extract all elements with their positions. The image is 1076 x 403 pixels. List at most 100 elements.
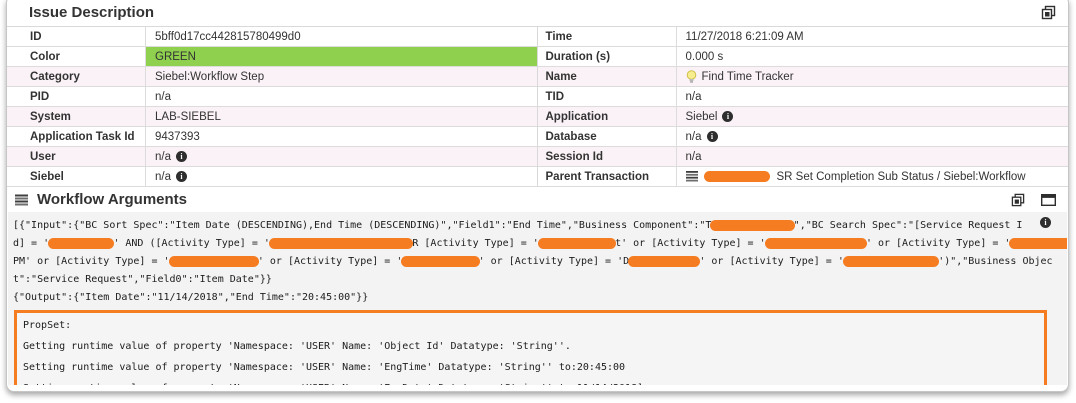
field-value-text: Siebel:Workflow Step — [155, 71, 264, 83]
open-window-icon[interactable] — [1041, 194, 1056, 206]
field-value-text: 5bff0d17cc442815780499d0 — [155, 31, 301, 43]
propset-line: Getting runtime value of property 'Names… — [23, 336, 1038, 357]
copy-icon[interactable] — [1011, 193, 1025, 207]
field-value-text: GREEN — [155, 51, 196, 63]
field-value-application-task-id: 9437393 — [146, 127, 537, 146]
field-label: Application Task Id — [7, 127, 146, 146]
code-text: {"Output":{"Item Date":"11/14/2018","End… — [13, 292, 368, 303]
field-label: TID — [538, 87, 677, 106]
code-text: ","BC Search Spec":"[Service Request I — [794, 220, 1023, 231]
field-label: Application — [538, 107, 677, 126]
info-icon[interactable]: i — [176, 171, 187, 182]
redaction — [48, 238, 114, 249]
code-text: [{"Input":{"BC Sort Spec":"Item Date (DE… — [13, 220, 711, 231]
table-row: Database n/a i — [538, 127, 1069, 147]
field-value-text: 9437393 — [155, 131, 200, 143]
table-row: Session Idn/a — [538, 147, 1069, 167]
redaction — [1009, 238, 1067, 249]
field-value-text: n/a — [686, 151, 702, 163]
field-value-text: n/a — [686, 91, 702, 103]
workflow-json-lines: [{"Input":{"BC Sort Spec":"Item Date (DE… — [13, 217, 1067, 307]
redaction — [710, 220, 794, 231]
table-row: Application Task Id 9437393 — [7, 127, 537, 147]
code-text: ' AND ([Activity Type] = ' — [113, 238, 270, 249]
table-row: Time 11/27/2018 6:21:09 AM — [538, 27, 1069, 47]
workflow-arguments-title: Workflow Arguments — [37, 191, 187, 208]
code-text: R [Activity Type] = ' — [412, 238, 538, 249]
field-label: Siebel — [7, 167, 146, 186]
page-title: Issue Description — [29, 4, 154, 21]
issue-table-left: ID 5bff0d17cc442815780499d0 Color GREEN Cate… — [7, 27, 538, 187]
field-label: PID — [7, 87, 146, 106]
code-text: ')","Business Objec — [938, 256, 1052, 267]
code-text: PM' or [Activity Type] = ' — [13, 256, 170, 267]
field-label: Duration (s) — [538, 47, 677, 66]
transaction-list-icon — [686, 171, 699, 182]
table-row: Parent Transaction SR Set Completion Sub … — [538, 167, 1069, 187]
issue-panel-header: Issue Description — [7, 0, 1068, 26]
issue-properties-tables: ID 5bff0d17cc442815780499d0 Color GREEN Cate… — [7, 26, 1068, 187]
table-row: TID n/a — [538, 87, 1069, 107]
field-label: System — [7, 107, 146, 126]
field-value-duration-s-: 0.000 s — [677, 47, 1069, 66]
field-value-text: LAB-SIEBEL — [155, 111, 221, 123]
info-icon[interactable]: i — [176, 151, 187, 162]
propset-highlight-box: PropSet:Getting runtime value of propert… — [14, 310, 1047, 385]
code-line: {"Output":{"Item Date":"11/14/2018","End… — [13, 289, 1067, 307]
field-value-name: Find Time Tracker — [677, 67, 1069, 86]
field-label: Category — [7, 67, 146, 86]
field-label: User — [7, 147, 146, 166]
field-value-text: Find Time Tracker — [702, 71, 794, 83]
code-line: PM' or [Activity Type] = ' ' or [Activity… — [13, 253, 1067, 271]
list-icon — [15, 194, 29, 206]
redaction — [765, 238, 867, 249]
field-value-application: Siebeli — [677, 107, 1069, 126]
code-text: d] = ' — [13, 238, 49, 249]
issue-description-panel: Issue Description ID 5bff0d17cc4428157804… — [6, 0, 1069, 392]
propset-line: Setting runtime value of property 'Names… — [23, 378, 1038, 385]
field-label: Database — [538, 127, 677, 146]
field-value-parent-transaction[interactable]: SR Set Completion Sub Status / Siebel:Wo… — [677, 167, 1069, 186]
table-row: Usern/ai — [7, 147, 537, 167]
code-text: ' or [Activity Type] = ' — [699, 256, 844, 267]
info-icon[interactable]: i — [1040, 217, 1051, 228]
workflow-arguments-code: [{"Input":{"BC Sort Spec":"Item Date (DE… — [8, 212, 1067, 385]
field-value-tid: n/a — [677, 87, 1069, 106]
code-text: ' or [Activity Type] = 'D — [479, 256, 630, 267]
field-value-text: n/a — [155, 171, 171, 183]
redaction — [538, 238, 616, 249]
redaction — [628, 256, 700, 267]
field-label: Name — [538, 67, 677, 86]
redaction — [704, 171, 770, 182]
table-row: System LAB-SIEBEL — [7, 107, 537, 127]
table-row: Category Siebel:Workflow Step — [7, 67, 537, 87]
lightbulb-icon — [686, 70, 697, 84]
info-icon[interactable]: i — [722, 111, 733, 122]
code-text: ' or [Activity Type] = ' — [258, 256, 403, 267]
field-value-siebel: n/a i — [146, 167, 537, 186]
field-value-pid: n/a — [146, 87, 537, 106]
field-label: Color — [7, 47, 146, 66]
table-row: PID n/a — [7, 87, 537, 107]
propset-line: Setting runtime value of property 'Names… — [23, 357, 1038, 378]
field-label: ID — [7, 27, 146, 46]
field-value-id: 5bff0d17cc442815780499d0 — [146, 27, 537, 46]
code-line: [{"Input":{"BC Sort Spec":"Item Date (DE… — [13, 217, 1067, 235]
code-text: t' or [Activity Type] = ' — [615, 238, 766, 249]
propset-line: PropSet: — [23, 315, 1038, 336]
redaction — [401, 256, 479, 267]
code-line: t":"Service Request","Field0":"Item Date… — [13, 271, 1067, 289]
info-icon[interactable]: i — [707, 131, 718, 142]
code-text: t":"Service Request","Field0":"Item Date… — [13, 274, 272, 285]
code-text: ' or [Activity Type] = ' — [866, 238, 1011, 249]
field-value-text: n/a — [686, 131, 702, 143]
field-value-text: n/a — [155, 91, 171, 103]
redaction — [169, 256, 259, 267]
field-label: Parent Transaction — [538, 167, 677, 186]
code-line: d] = ' ' AND ([Activity Type] = ' R [Activ… — [13, 235, 1067, 253]
field-label: Time — [538, 27, 677, 46]
field-value-text: SR Set Completion Sub Status / Siebel:Wo… — [777, 171, 1026, 183]
field-value-text: 11/27/2018 6:21:09 AM — [686, 31, 804, 43]
copy-icon[interactable] — [1041, 5, 1056, 20]
table-row: ID 5bff0d17cc442815780499d0 — [7, 27, 537, 47]
